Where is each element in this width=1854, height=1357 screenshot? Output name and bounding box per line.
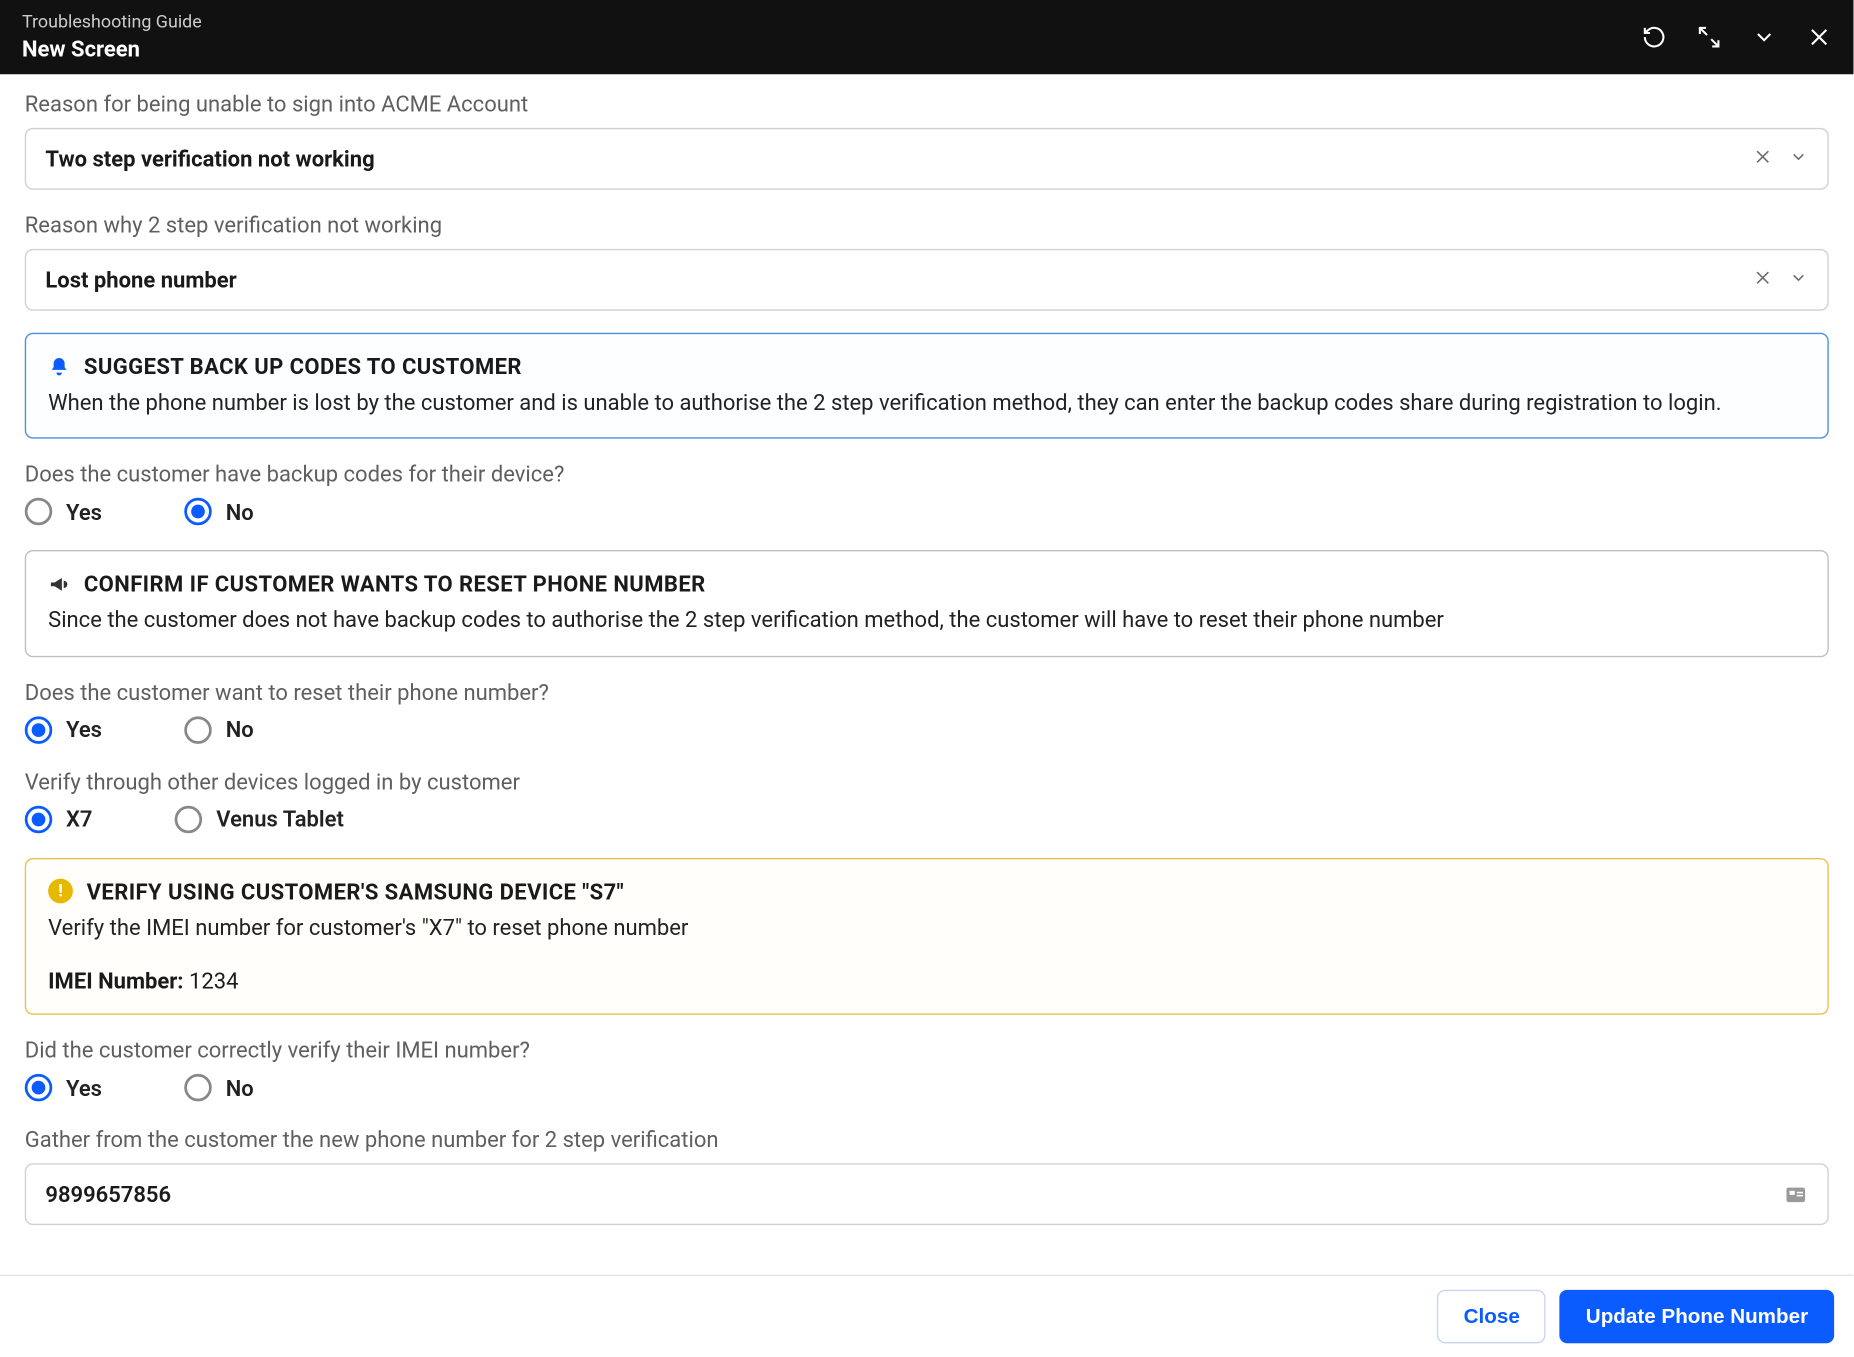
chevron-down-icon[interactable] xyxy=(1789,267,1808,293)
header-subtitle: Troubleshooting Guide xyxy=(22,12,202,33)
reason-2step-value: Lost phone number xyxy=(45,267,236,293)
imei-verify-yes-label: Yes xyxy=(66,1075,102,1101)
new-phone-value: 9899657856 xyxy=(45,1181,171,1207)
backup-codes-label: Does the customer have backup codes for … xyxy=(25,461,1829,487)
clear-icon[interactable] xyxy=(1753,267,1772,293)
header-title: New Screen xyxy=(22,36,202,62)
refresh-icon[interactable] xyxy=(1642,25,1667,50)
reset-phone-no-radio[interactable] xyxy=(184,716,212,744)
reason-signin-label: Reason for being unable to sign into ACM… xyxy=(25,91,1829,117)
reason-signin-select[interactable]: Two step verification not working xyxy=(25,128,1829,190)
confirm-reset-panel: CONFIRM IF CUSTOMER WANTS TO RESET PHONE… xyxy=(25,551,1829,657)
new-phone-input[interactable]: 9899657856 xyxy=(25,1163,1829,1225)
imei-value: 1234 xyxy=(189,968,238,994)
verify-s7-panel: ! VERIFY USING CUSTOMER'S SAMSUNG DEVICE… xyxy=(25,858,1829,1015)
backup-codes-no-radio[interactable] xyxy=(184,498,212,526)
verify-device-venus-radio[interactable] xyxy=(175,805,203,833)
reset-phone-label: Does the customer want to reset their ph… xyxy=(25,679,1829,705)
confirm-reset-body: Since the customer does not have backup … xyxy=(48,606,1805,637)
imei-label: IMEI Number: xyxy=(48,968,189,994)
verify-device-x7-label: X7 xyxy=(66,806,93,832)
verify-device-x7-radio[interactable] xyxy=(25,805,53,833)
app-header: Troubleshooting Guide New Screen xyxy=(0,0,1854,74)
reason-signin-value: Two step verification not working xyxy=(45,146,374,172)
bell-icon xyxy=(48,355,70,377)
backup-codes-no-label: No xyxy=(226,499,254,525)
contact-card-icon xyxy=(1783,1182,1808,1207)
reset-phone-yes-radio[interactable] xyxy=(25,716,53,744)
minimize-icon[interactable] xyxy=(1697,25,1722,50)
backup-codes-yes-radio[interactable] xyxy=(25,498,53,526)
verify-device-label: Verify through other devices logged in b… xyxy=(25,768,1829,794)
clear-icon[interactable] xyxy=(1753,146,1772,172)
reason-2step-select[interactable]: Lost phone number xyxy=(25,249,1829,311)
alert-icon: ! xyxy=(48,879,73,904)
imei-verify-label: Did the customer correctly verify their … xyxy=(25,1037,1829,1063)
verify-s7-body: Verify the IMEI number for customer's "X… xyxy=(48,913,1805,944)
form-content: Reason for being unable to sign into ACM… xyxy=(0,74,1854,1357)
suggest-backup-panel: SUGGEST BACK UP CODES TO CUSTOMER When t… xyxy=(25,333,1829,439)
chevron-down-icon[interactable] xyxy=(1789,146,1808,172)
imei-verify-yes-radio[interactable] xyxy=(25,1074,53,1102)
confirm-reset-title: CONFIRM IF CUSTOMER WANTS TO RESET PHONE… xyxy=(84,571,706,597)
verify-s7-title: VERIFY USING CUSTOMER'S SAMSUNG DEVICE "… xyxy=(87,878,624,904)
reset-phone-no-label: No xyxy=(226,717,254,743)
megaphone-icon xyxy=(48,573,70,595)
suggest-panel-body: When the phone number is lost by the cus… xyxy=(48,388,1805,419)
new-phone-label: Gather from the customer the new phone n… xyxy=(25,1126,1829,1152)
close-icon[interactable] xyxy=(1807,25,1832,50)
reset-phone-yes-label: Yes xyxy=(66,717,102,743)
collapse-icon[interactable] xyxy=(1752,25,1777,50)
imei-verify-no-label: No xyxy=(226,1075,254,1101)
footer-bar: Close Update Phone Number xyxy=(0,1275,1854,1357)
close-button[interactable]: Close xyxy=(1437,1290,1545,1344)
update-phone-button[interactable]: Update Phone Number xyxy=(1560,1290,1835,1344)
reason-2step-label: Reason why 2 step verification not worki… xyxy=(25,212,1829,238)
suggest-panel-title: SUGGEST BACK UP CODES TO CUSTOMER xyxy=(84,353,522,379)
backup-codes-yes-label: Yes xyxy=(66,499,102,525)
imei-verify-no-radio[interactable] xyxy=(184,1074,212,1102)
